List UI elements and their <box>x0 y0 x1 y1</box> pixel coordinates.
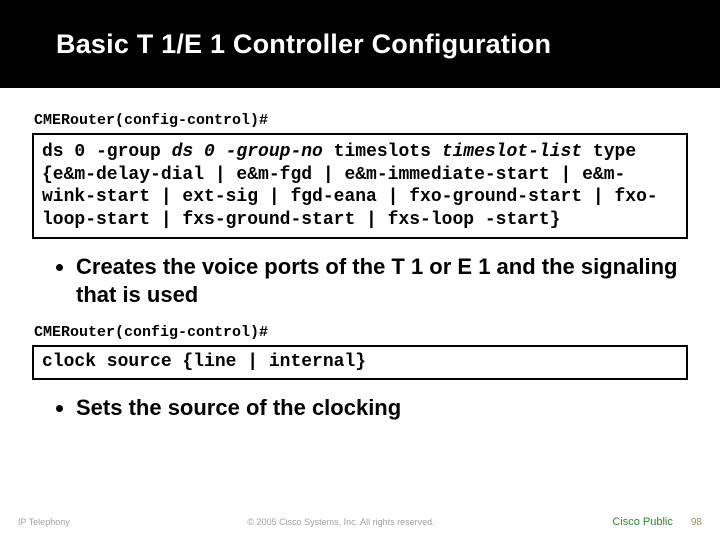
code1-cmd-prefix: ds 0 -group <box>42 142 172 162</box>
page-title: Basic T 1/E 1 Controller Configuration <box>56 29 551 60</box>
bullet-2: Sets the source of the clocking <box>76 394 692 422</box>
cli-prompt-2: CMERouter(config-control)# <box>34 324 692 341</box>
footer-page-number: 98 <box>691 517 702 528</box>
cli-prompt-1: CMERouter(config-control)# <box>34 112 692 129</box>
code-box-1: ds 0 -group ds 0 -group-no timeslots tim… <box>32 133 688 239</box>
footer-public: Cisco Public <box>612 516 673 528</box>
code1-param2: timeslot-list <box>442 142 582 162</box>
footer: IP Telephony © 2005 Cisco Systems, Inc. … <box>0 516 720 528</box>
code-box-2: clock source {line | internal} <box>32 345 688 380</box>
footer-left: IP Telephony <box>18 517 70 527</box>
bullet-list-2: Sets the source of the clocking <box>76 394 692 422</box>
title-band: Basic T 1/E 1 Controller Configuration <box>0 0 720 88</box>
bullet-list-1: Creates the voice ports of the T 1 or E … <box>76 253 692 308</box>
footer-copyright: © 2005 Cisco Systems, Inc. All rights re… <box>70 517 613 527</box>
code1-param1: ds 0 -group-no <box>172 142 323 162</box>
code1-mid: timeslots <box>323 142 442 162</box>
slide: Basic T 1/E 1 Controller Configuration C… <box>0 0 720 540</box>
bullet-1: Creates the voice ports of the T 1 or E … <box>76 253 692 308</box>
content-area: CMERouter(config-control)# ds 0 -group d… <box>0 88 720 421</box>
